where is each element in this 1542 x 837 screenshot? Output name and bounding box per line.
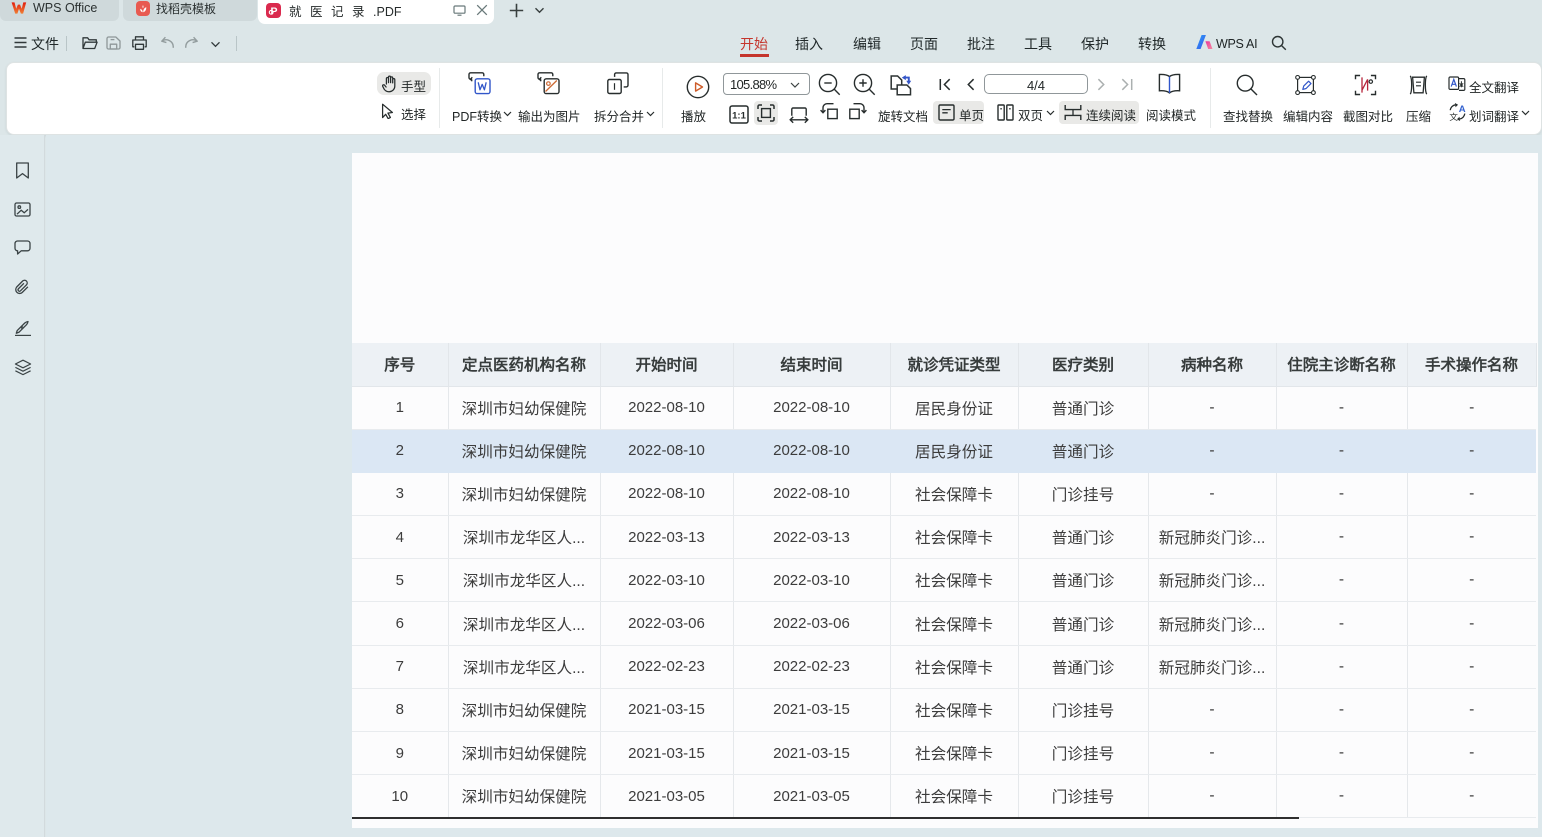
svg-text:1:1: 1:1 <box>732 111 746 122</box>
svg-text:A: A <box>1459 104 1466 115</box>
svg-text:P: P <box>270 5 277 17</box>
svg-text:文: 文 <box>1449 112 1458 121</box>
